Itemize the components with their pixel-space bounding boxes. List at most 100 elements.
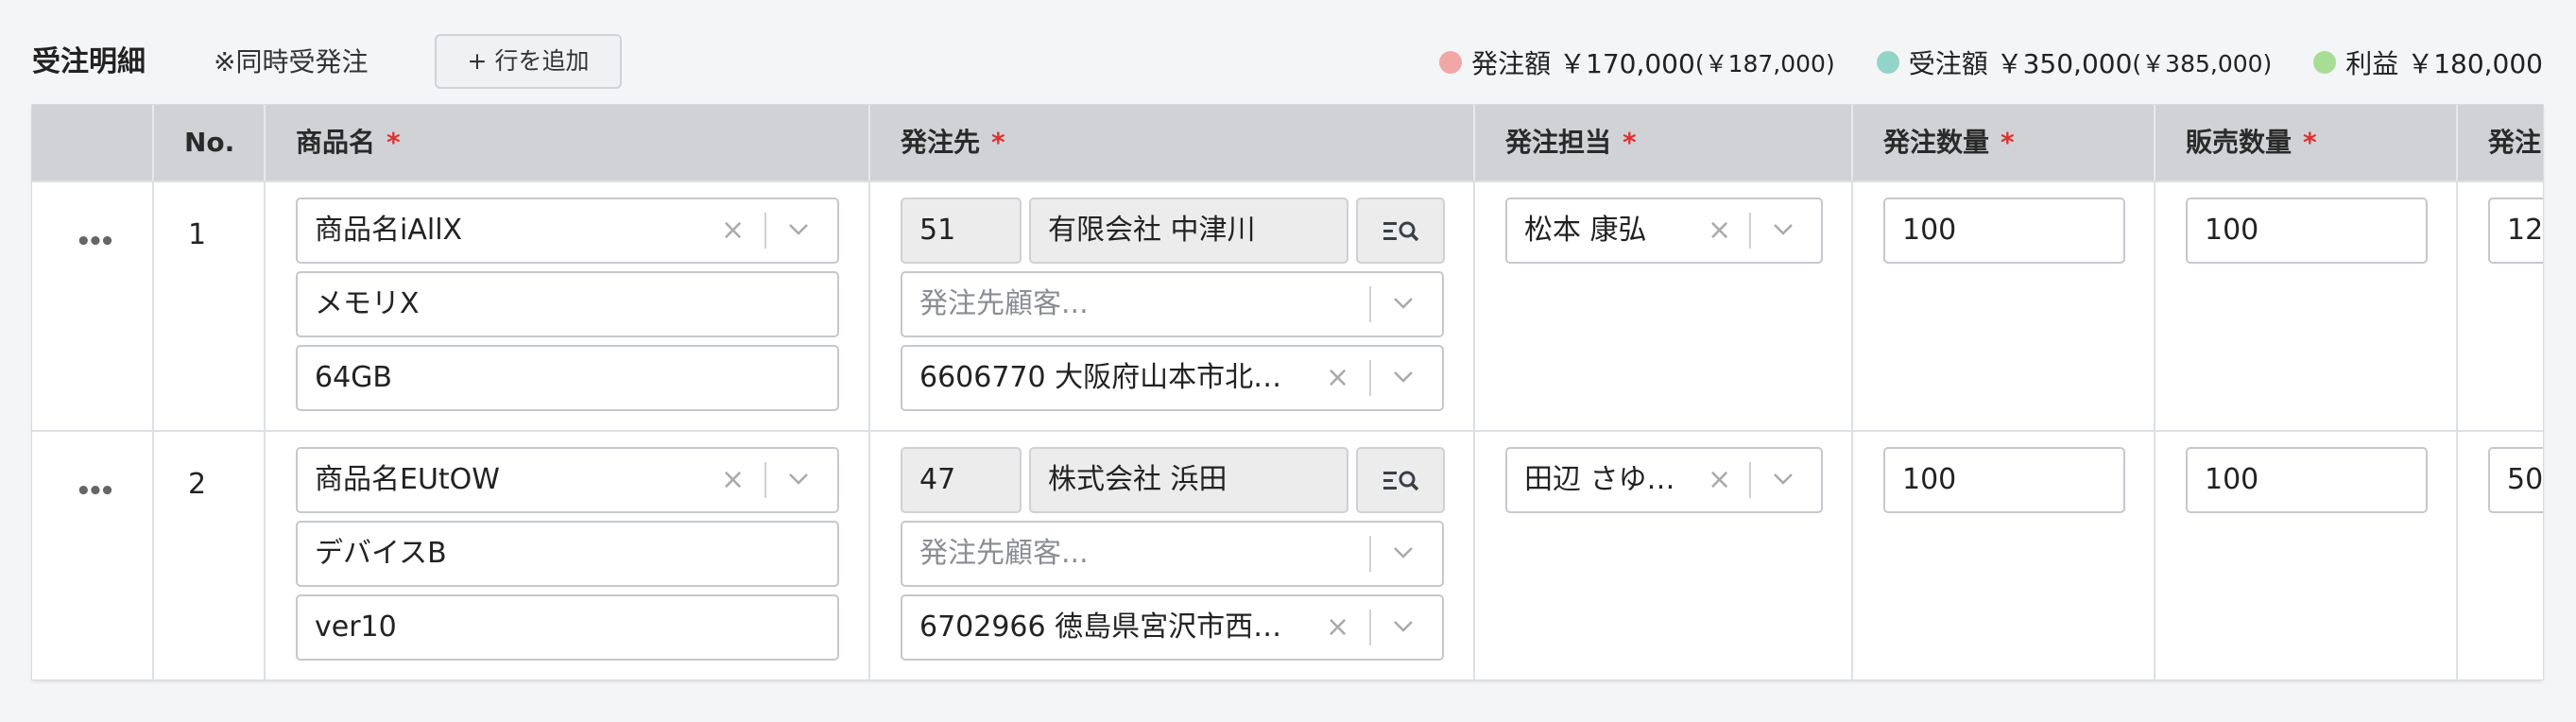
clear-icon[interactable]: × bbox=[1708, 449, 1731, 511]
more-options-icon[interactable]: ••• bbox=[76, 228, 115, 256]
legend-dot-pink bbox=[1439, 51, 1463, 74]
product-name-value: 商品名iAllX bbox=[315, 214, 463, 247]
required-mark: * bbox=[2303, 127, 2317, 158]
detail-header: 受注明細 ※同時受発注 + 行を追加 発注額 ￥170,000 (￥187,000… bbox=[0, 0, 2576, 106]
required-mark: * bbox=[2001, 127, 2015, 158]
legend-label: 受注額 ￥350,000 bbox=[1908, 48, 2133, 79]
chevron-down-icon[interactable] bbox=[780, 449, 817, 511]
col-product-header: 商品名 * bbox=[264, 105, 868, 180]
legend-order-amount: 発注額 ￥170,000 (￥187,000) bbox=[1439, 43, 1835, 81]
owner-cell: 松本 康弘 × bbox=[1473, 182, 1851, 432]
chevron-down-icon[interactable] bbox=[1764, 449, 1802, 511]
row-no-cell: 1 bbox=[152, 182, 264, 432]
col-no-header: No. bbox=[152, 105, 264, 180]
legend-tax-included: (￥385,000) bbox=[2132, 50, 2273, 77]
supplier-customer-placeholder: 発注先顧客... bbox=[919, 537, 1089, 570]
product-cell: 商品名iAllX × メモリX 64GB bbox=[264, 182, 868, 432]
select-divider bbox=[1749, 462, 1751, 498]
supplier-address-value: 6606770 大阪府山本市北… bbox=[919, 361, 1282, 394]
supplier-address-select[interactable]: 6606770 大阪府山本市北… × bbox=[901, 345, 1444, 411]
row-number: 1 bbox=[188, 218, 207, 251]
legend-sales-amount: 受注額 ￥350,000 (￥385,000) bbox=[1876, 43, 2273, 81]
select-divider bbox=[764, 462, 766, 498]
chevron-down-icon[interactable] bbox=[1384, 596, 1422, 659]
sales-qty-cell: 100 bbox=[2154, 182, 2456, 432]
col-label: 発注担当 bbox=[1505, 127, 1612, 158]
row-number: 2 bbox=[188, 468, 207, 501]
clear-icon[interactable]: × bbox=[1326, 347, 1349, 409]
clear-icon[interactable]: × bbox=[1708, 199, 1731, 262]
col-label: 商品名 bbox=[296, 127, 376, 158]
sales-qty-input[interactable]: 100 bbox=[2186, 198, 2428, 264]
supplier-cell: 51 有限会社 中津川 発注先顧客... 6606770 大阪府山本市北… × bbox=[868, 182, 1473, 432]
next-cell: 50 bbox=[2456, 432, 2543, 679]
select-divider bbox=[764, 213, 766, 249]
row-actions-cell: ••• bbox=[32, 182, 152, 432]
order-detail-table: No. 商品名 * 発注先 * 発注担当 * 発注数量 * 販売数量 * 発注 ••• 1… bbox=[32, 105, 2543, 679]
owner-value: 田辺 さゆ… bbox=[1524, 463, 1675, 496]
product-spec-field[interactable]: ver10 bbox=[296, 594, 839, 661]
col-label: No. bbox=[184, 127, 235, 158]
chevron-down-icon[interactable] bbox=[1384, 347, 1422, 409]
supplier-customer-placeholder: 発注先顧客... bbox=[919, 287, 1089, 320]
supplier-customer-select[interactable]: 発注先顧客... bbox=[901, 271, 1444, 337]
search-list-icon bbox=[1383, 221, 1419, 242]
table-header: No. 商品名 * 発注先 * 発注担当 * 発注数量 * 販売数量 * 発注 bbox=[32, 105, 2543, 180]
product-type-field[interactable]: デバイスB bbox=[296, 521, 839, 587]
select-divider bbox=[1369, 536, 1371, 572]
supplier-name-field: 有限会社 中津川 bbox=[1029, 198, 1348, 264]
clear-icon[interactable]: × bbox=[721, 449, 745, 511]
clear-icon[interactable]: × bbox=[721, 199, 745, 262]
legend-dot-teal bbox=[1876, 51, 1899, 74]
sales-qty-cell: 100 bbox=[2154, 432, 2456, 679]
col-owner-header: 発注担当 * bbox=[1473, 105, 1851, 180]
next-input[interactable]: 12 bbox=[2488, 198, 2543, 264]
select-divider bbox=[1369, 360, 1371, 396]
order-qty-cell: 100 bbox=[1851, 432, 2154, 679]
product-name-select[interactable]: 商品名EUtOW × bbox=[296, 447, 839, 513]
chevron-down-icon[interactable] bbox=[1384, 273, 1422, 335]
totals-legend: 発注額 ￥170,000 (￥187,000) 受注額 ￥350,000 (￥385… bbox=[1398, 42, 2543, 83]
legend-label: 利益 ￥180,000 bbox=[2345, 48, 2543, 79]
select-divider bbox=[1369, 286, 1371, 322]
owner-select[interactable]: 田辺 さゆ… × bbox=[1505, 447, 1823, 513]
table-row: ••• 1 商品名iAllX × メモリX 64GB 51 有限会社 中津川 発… bbox=[32, 180, 2543, 432]
simultaneous-order-note: ※同時受発注 bbox=[214, 46, 369, 77]
legend-tax-included: (￥187,000) bbox=[1694, 50, 1835, 77]
col-label: 販売数量 bbox=[2186, 127, 2293, 158]
clear-icon[interactable]: × bbox=[1326, 596, 1349, 659]
chevron-down-icon[interactable] bbox=[1764, 199, 1802, 262]
order-qty-input[interactable]: 100 bbox=[1883, 198, 2125, 264]
product-name-select[interactable]: 商品名iAllX × bbox=[296, 198, 839, 264]
supplier-search-button[interactable] bbox=[1356, 198, 1445, 264]
supplier-code-field: 47 bbox=[901, 447, 1022, 513]
add-row-button[interactable]: + 行を追加 bbox=[435, 34, 622, 89]
supplier-code-field: 51 bbox=[901, 198, 1022, 264]
order-qty-input[interactable]: 100 bbox=[1883, 447, 2125, 513]
col-supplier-header: 発注先 * bbox=[868, 105, 1473, 180]
section-title: 受注明細 bbox=[32, 45, 146, 78]
legend-dot-green bbox=[2313, 51, 2337, 74]
next-cell: 12 bbox=[2456, 182, 2543, 432]
product-spec-field[interactable]: 64GB bbox=[296, 345, 839, 411]
sales-qty-input[interactable]: 100 bbox=[2186, 447, 2428, 513]
required-mark: * bbox=[991, 127, 1005, 158]
supplier-address-select[interactable]: 6702966 徳島県宮沢市西… × bbox=[901, 594, 1444, 661]
chevron-down-icon[interactable] bbox=[780, 199, 817, 262]
owner-select[interactable]: 松本 康弘 × bbox=[1505, 198, 1823, 264]
chevron-down-icon[interactable] bbox=[1384, 523, 1422, 585]
product-name-value: 商品名EUtOW bbox=[315, 463, 500, 496]
row-no-cell: 2 bbox=[152, 432, 264, 679]
supplier-search-button[interactable] bbox=[1356, 447, 1445, 513]
supplier-cell: 47 株式会社 浜田 発注先顧客... 6702966 徳島県宮沢市西… × bbox=[868, 432, 1473, 679]
next-input[interactable]: 50 bbox=[2488, 447, 2543, 513]
required-mark: * bbox=[386, 127, 401, 158]
col-label: 発注数量 bbox=[1883, 127, 1990, 158]
product-type-field[interactable]: メモリX bbox=[296, 271, 839, 337]
supplier-customer-select[interactable]: 発注先顧客... bbox=[901, 521, 1444, 587]
select-divider bbox=[1369, 610, 1371, 645]
more-options-icon[interactable]: ••• bbox=[76, 477, 115, 506]
legend-profit: 利益 ￥180,000 bbox=[2313, 43, 2543, 81]
col-order-qty-header: 発注数量 * bbox=[1851, 105, 2154, 180]
col-actions-header bbox=[32, 105, 152, 180]
